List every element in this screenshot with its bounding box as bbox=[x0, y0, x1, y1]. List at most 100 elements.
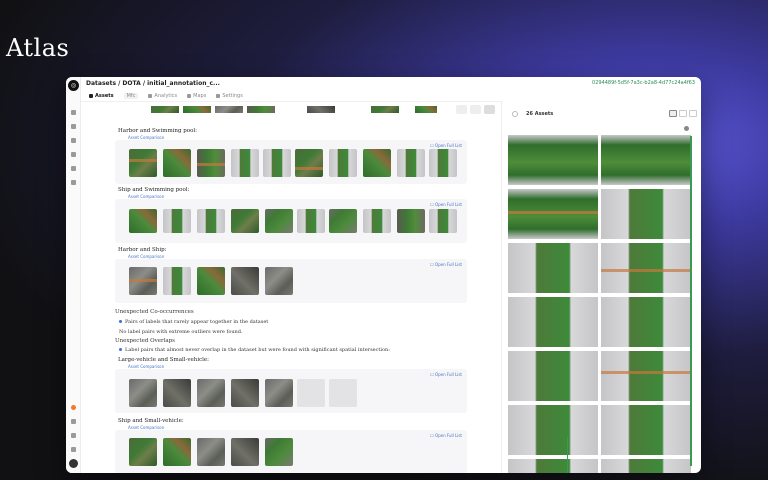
app-logo-icon[interactable]: ◎ bbox=[68, 80, 79, 91]
gear-icon[interactable] bbox=[684, 126, 689, 131]
tab-assets[interactable]: Assets bbox=[89, 93, 114, 99]
asset-tile[interactable] bbox=[601, 459, 691, 473]
thumbnail[interactable] bbox=[231, 379, 259, 407]
tab-maps[interactable]: Maps bbox=[187, 93, 206, 99]
help-icon[interactable] bbox=[71, 419, 76, 424]
tab-analytics[interactable]: Analytics bbox=[148, 93, 177, 99]
asset-tile[interactable] bbox=[601, 351, 691, 401]
settings-icon[interactable] bbox=[71, 447, 76, 452]
thumbnail[interactable] bbox=[129, 209, 157, 233]
thumbnail[interactable] bbox=[263, 149, 291, 177]
thumbnail[interactable] bbox=[265, 438, 293, 466]
thumbnail[interactable] bbox=[231, 438, 259, 466]
asset-tile[interactable] bbox=[508, 135, 598, 185]
thumbnail[interactable] bbox=[129, 438, 157, 466]
globe-icon[interactable] bbox=[71, 180, 76, 185]
home-icon[interactable] bbox=[71, 110, 76, 115]
thumbnail[interactable] bbox=[415, 106, 437, 113]
grid-view-toggle[interactable] bbox=[669, 110, 677, 117]
scroll-indicator bbox=[567, 437, 568, 473]
asset-tile[interactable] bbox=[508, 189, 598, 239]
thumbnail[interactable] bbox=[163, 267, 191, 295]
brand-title: Atlas bbox=[6, 34, 70, 62]
section-title: Large-vehicle and Small-vehicle: bbox=[118, 357, 210, 363]
asset-tile[interactable] bbox=[601, 189, 691, 239]
thumbnail[interactable] bbox=[307, 106, 335, 113]
thumbnail[interactable] bbox=[429, 209, 457, 233]
asset-grid-panel[interactable]: 26 Assets bbox=[501, 101, 701, 473]
notification-icon[interactable] bbox=[71, 405, 76, 410]
thumbnail[interactable] bbox=[363, 149, 391, 177]
layers-icon[interactable] bbox=[71, 138, 76, 143]
compare-button[interactable] bbox=[470, 105, 481, 114]
thumbnail[interactable] bbox=[247, 106, 275, 113]
open-full-list-link[interactable]: ☐ Open Full List bbox=[430, 262, 462, 267]
section-title: Ship and Swimming pool: bbox=[118, 187, 190, 193]
asset-tile[interactable] bbox=[601, 297, 691, 347]
thumbnail[interactable] bbox=[163, 438, 191, 466]
thumbnail[interactable] bbox=[215, 106, 243, 113]
thumbnail[interactable] bbox=[197, 267, 225, 295]
search-icon[interactable] bbox=[71, 152, 76, 157]
thumbnail[interactable] bbox=[371, 106, 399, 113]
thumbnail[interactable] bbox=[231, 267, 259, 295]
thumbnail-placeholder[interactable] bbox=[297, 379, 325, 407]
chart-icon[interactable] bbox=[71, 166, 76, 171]
select-all-checkbox[interactable] bbox=[512, 111, 518, 117]
tab-settings[interactable]: Settings bbox=[216, 93, 243, 99]
datasets-icon[interactable] bbox=[71, 124, 76, 129]
thumbnail[interactable] bbox=[197, 149, 225, 177]
open-full-list-link[interactable]: ☐ Open Full List bbox=[430, 372, 462, 377]
tab-mfc[interactable]: Mfc bbox=[123, 92, 139, 99]
cooccurrences-note: No label pairs with extreme outliers wer… bbox=[119, 329, 243, 335]
thumbnail[interactable] bbox=[329, 209, 357, 233]
open-full-list-link[interactable]: ☐ Open Full List bbox=[430, 433, 462, 438]
thumbnail[interactable] bbox=[363, 209, 391, 233]
thumbnail[interactable] bbox=[129, 149, 157, 177]
thumbnail[interactable] bbox=[329, 149, 357, 177]
insights-panel[interactable]: Harbor and Swimming pool: Asset Comparis… bbox=[81, 101, 501, 473]
asset-tile[interactable] bbox=[508, 459, 598, 473]
thumbnail[interactable] bbox=[397, 209, 425, 233]
asset-tile[interactable] bbox=[508, 351, 598, 401]
thumbnail[interactable] bbox=[231, 149, 259, 177]
avatar[interactable] bbox=[69, 459, 78, 468]
dataset-id-badge[interactable]: 0294489f-5d5f-7a3c-b2a8-4d77c24a4f63 bbox=[592, 80, 695, 86]
thumbnail[interactable] bbox=[265, 209, 293, 233]
overlaps-bullet: Label pairs that almost never overlap in… bbox=[119, 347, 390, 353]
table-view-toggle[interactable] bbox=[689, 110, 697, 117]
thumbnail[interactable] bbox=[231, 209, 259, 233]
thumbnail[interactable] bbox=[129, 267, 157, 295]
thumbnail[interactable] bbox=[295, 149, 323, 177]
scrollbar[interactable] bbox=[690, 136, 692, 466]
grid-view-button[interactable] bbox=[456, 105, 467, 114]
thumbnail[interactable] bbox=[183, 106, 211, 113]
thumbnail-panel: ☐ Open Full List bbox=[115, 140, 467, 184]
open-full-list-link[interactable]: ☐ Open Full List bbox=[430, 143, 462, 148]
asset-tile[interactable] bbox=[508, 297, 598, 347]
list-view-toggle[interactable] bbox=[679, 110, 687, 117]
thumbnail[interactable] bbox=[197, 438, 225, 466]
thumbnail-placeholder[interactable] bbox=[329, 379, 357, 407]
asset-tile[interactable] bbox=[601, 243, 691, 293]
asset-tile[interactable] bbox=[508, 405, 598, 455]
asset-tile[interactable] bbox=[601, 405, 691, 455]
thumbnail[interactable] bbox=[265, 379, 293, 407]
thumbnail[interactable] bbox=[397, 149, 425, 177]
asset-tile[interactable] bbox=[508, 243, 598, 293]
thumbnail[interactable] bbox=[265, 267, 293, 295]
thumbnail[interactable] bbox=[197, 209, 225, 233]
thumbnail[interactable] bbox=[429, 149, 457, 177]
thumbnail[interactable] bbox=[163, 379, 191, 407]
thumbnail[interactable] bbox=[297, 209, 325, 233]
thumbnail[interactable] bbox=[197, 379, 225, 407]
thumbnail[interactable] bbox=[129, 379, 157, 407]
thumbnail[interactable] bbox=[151, 106, 179, 113]
thumbnail[interactable] bbox=[163, 149, 191, 177]
expand-button[interactable] bbox=[484, 105, 495, 114]
thumbnail[interactable] bbox=[163, 209, 191, 233]
asset-tile[interactable] bbox=[601, 135, 691, 185]
breadcrumb[interactable]: Datasets / DOTA / initial_annotation_c..… bbox=[86, 80, 220, 87]
docs-icon[interactable] bbox=[71, 433, 76, 438]
open-full-list-link[interactable]: ☐ Open Full List bbox=[430, 202, 462, 207]
